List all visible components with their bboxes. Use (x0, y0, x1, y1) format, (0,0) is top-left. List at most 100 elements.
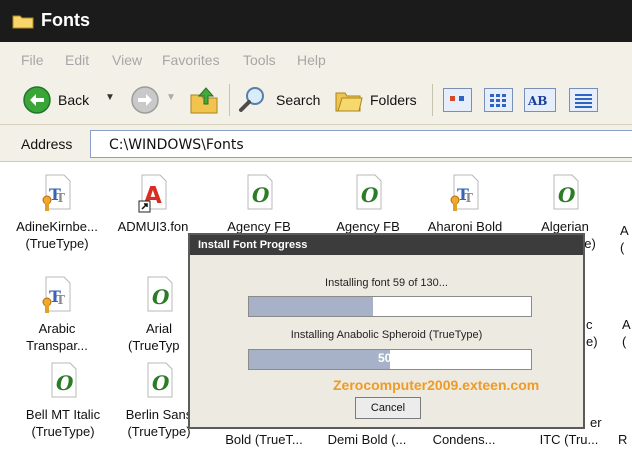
svg-text:O: O (558, 183, 576, 207)
file-type: Bold (TrueT... (225, 432, 303, 447)
back-label: Back (58, 92, 90, 108)
large-icons-icon (450, 96, 455, 101)
file-type: ( (620, 240, 625, 255)
list-item[interactable]: A ( (620, 218, 632, 256)
search-icon (239, 87, 264, 112)
list-item[interactable]: O Agency FB (210, 172, 308, 235)
opentype-font-icon: O (350, 172, 386, 214)
opentype-font-icon: O (141, 274, 177, 316)
file-type: R (618, 432, 628, 447)
menu-help[interactable]: Help (297, 52, 326, 68)
address-bar: Address C:\WINDOWS\Fonts (0, 125, 632, 162)
dialog-title: Install Font Progress (190, 235, 583, 255)
svg-text:AB: AB (527, 94, 547, 108)
menu-view[interactable]: View (112, 52, 142, 68)
svg-text:T: T (464, 191, 473, 205)
overall-progress-bar: 44% (248, 296, 532, 317)
list-item[interactable]: O Bell MT Italic (TrueType) (14, 360, 112, 440)
address-value: C:\WINDOWS\Fonts (109, 137, 244, 153)
forward-button[interactable]: ▼ (128, 85, 178, 115)
file-name: AdineKirnbe... (16, 219, 98, 234)
back-dropdown-icon: ▼ (105, 92, 115, 103)
opentype-font-icon: O (241, 172, 277, 214)
watermark-text: Zerocomputer2009.exteen.com (333, 377, 540, 393)
view-large-icons-button[interactable] (443, 88, 472, 112)
up-folder-icon[interactable] (188, 85, 220, 115)
list-item[interactable]: A ADMUI3.fon (104, 172, 202, 235)
svg-text:O: O (252, 183, 270, 207)
view-font-preview-button[interactable]: AB (524, 88, 556, 112)
list-item[interactable]: T T Aharoni Bold (416, 172, 514, 235)
progress-percent: 50% (377, 351, 403, 365)
svg-text:O: O (152, 285, 170, 309)
forward-arrow-icon (131, 86, 159, 114)
opentype-font-icon: O (45, 360, 81, 402)
file-type: (TrueType) (25, 236, 89, 251)
search-button[interactable]: Search (238, 85, 328, 115)
svg-text:T: T (56, 293, 65, 307)
opentype-font-icon: O (141, 360, 177, 402)
svg-text:O: O (361, 183, 379, 207)
list-view-icon (490, 94, 506, 107)
folders-label: Folders (370, 92, 417, 108)
current-font-status: Installing Anabolic Spheroid (TrueType) (290, 329, 483, 341)
file-name: Bell MT Italic (25, 407, 101, 422)
file-type: ITC (Tru... (539, 432, 599, 447)
list-item[interactable]: Condens... (415, 427, 513, 448)
window-title: Fonts (41, 10, 90, 30)
file-type: ( (622, 334, 627, 349)
file-name: Arabic (38, 321, 76, 336)
menu-edit[interactable]: Edit (65, 52, 89, 68)
truetype-font-icon: T T (447, 172, 483, 214)
view-list-button[interactable] (484, 88, 513, 112)
back-arrow-icon (23, 86, 51, 114)
view-details-button[interactable] (569, 88, 598, 112)
address-label: Address (21, 136, 73, 152)
file-type: Transpar... (26, 338, 88, 353)
window-titlebar: Fonts (0, 0, 632, 42)
list-item[interactable]: Demi Bold (... (318, 427, 416, 448)
cancel-button[interactable]: Cancel (355, 397, 421, 419)
install-font-progress-dialog: Install Font Progress Installing font 59… (188, 233, 585, 429)
file-name: A (620, 223, 629, 238)
list-item[interactable]: O Agency FB (319, 172, 417, 235)
file-type: Demi Bold (... (327, 432, 407, 447)
svg-text:T: T (56, 191, 65, 205)
file-type: (TrueType) (31, 424, 95, 439)
back-button[interactable]: Back ▼ (20, 85, 130, 115)
menu-tools[interactable]: Tools (243, 52, 276, 68)
svg-text:O: O (152, 371, 170, 395)
folders-button[interactable]: Folders (334, 85, 426, 115)
list-item[interactable]: T T AdineKirnbe... (TrueType) (8, 172, 106, 252)
bitmap-font-shortcut-icon: A (135, 172, 171, 214)
list-item[interactable]: A ( (622, 312, 632, 350)
progress-status-line: Installing font 59 of 130... (325, 277, 448, 289)
standard-toolbar: Back ▼ ▼ Search Folders AB (0, 76, 632, 125)
file-type: Condens... (432, 432, 496, 447)
list-item[interactable]: Bold (TrueT... (215, 427, 313, 448)
menu-file[interactable]: File (21, 52, 44, 68)
search-label: Search (276, 92, 321, 108)
svg-text:O: O (56, 371, 74, 395)
progress-percent: 44% (377, 298, 403, 312)
opentype-font-icon: O (547, 172, 583, 214)
folders-icon (335, 92, 363, 112)
list-item[interactable]: R (618, 427, 632, 448)
file-progress-bar: 50% (248, 349, 532, 370)
list-item[interactable]: c e) (586, 312, 600, 350)
file-name: A (622, 317, 631, 332)
address-input[interactable]: C:\WINDOWS\Fonts (90, 130, 632, 158)
folder-icon (12, 15, 34, 29)
menu-bar: File Edit View Favorites Tools Help (0, 42, 632, 77)
menu-favorites[interactable]: Favorites (162, 52, 220, 68)
toolbar-separator (229, 84, 230, 116)
toolbar-separator (432, 84, 433, 116)
truetype-font-icon: T T (39, 172, 75, 214)
list-item[interactable]: T T Arabic Transpar... (8, 274, 106, 354)
truetype-font-icon: T T (39, 274, 75, 316)
file-name: c (586, 317, 593, 332)
font-preview-icon: AB (527, 94, 547, 108)
details-view-icon (575, 94, 592, 108)
file-type: e) (586, 334, 598, 349)
forward-dropdown-icon: ▼ (166, 92, 176, 103)
